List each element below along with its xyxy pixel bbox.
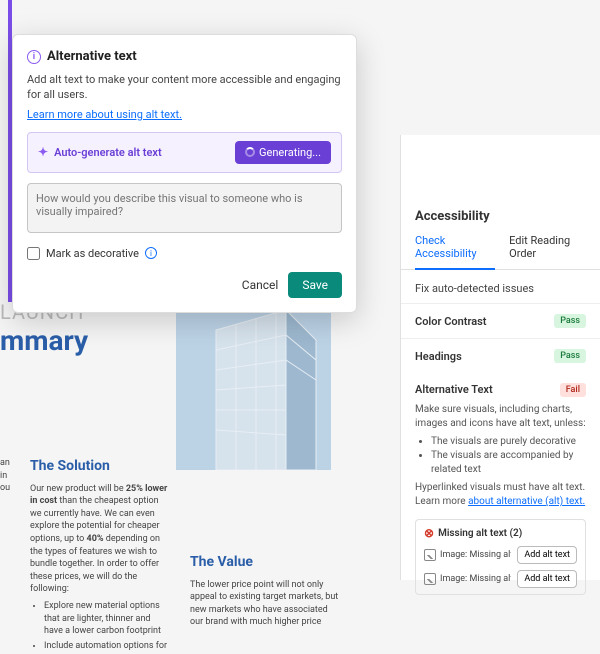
section-learn-more: Learn more about alternative (alt) text. <box>415 495 586 509</box>
autogen-row: ✦ Auto-generate alt text Generating... <box>27 132 342 173</box>
row-label: Headings <box>415 350 462 363</box>
modal-header: i Alternative text <box>27 49 342 64</box>
generate-button[interactable]: Generating... <box>235 141 331 164</box>
missing-row: Image: Missing alt text Add alt text <box>424 570 577 588</box>
document-title: mmary <box>0 324 400 357</box>
section-body: Make sure visuals, including charts, ima… <box>415 403 586 431</box>
add-alt-text-button[interactable]: Add alt text <box>517 546 577 564</box>
panel-subhead: Fix auto-detected issues <box>401 270 600 303</box>
status-badge-fail: Fail <box>560 383 586 397</box>
missing-alt-text-box: ⊗ Missing alt text (2) Image: Missing al… <box>415 519 586 595</box>
document-background: LAUNCH mmary an in our The Solution Our … <box>0 280 400 654</box>
learn-more-alt-text-link[interactable]: about alternative (alt) text. <box>468 496 585 507</box>
col-body-solution: Our new product will be 25% lower in cos… <box>30 483 170 596</box>
accessibility-panel: Accessibility Check Accessibility Edit R… <box>400 135 600 580</box>
add-alt-text-button[interactable]: Add alt text <box>517 570 577 588</box>
col-heading-solution: The Solution <box>30 457 170 477</box>
save-button[interactable]: Save <box>288 272 342 298</box>
modal-description: Add alt text to make your content more a… <box>27 72 342 103</box>
modal-title: Alternative text <box>47 49 137 64</box>
image-icon <box>424 573 436 585</box>
section-title: Alternative Text <box>415 383 493 397</box>
alt-text-input[interactable] <box>27 183 342 233</box>
document-col-1: an in our <box>0 457 10 654</box>
status-badge-pass: Pass <box>554 314 586 328</box>
tab-check-accessibility[interactable]: Check Accessibility <box>415 234 495 270</box>
section-bullets: The visuals are purely decorativeThe vis… <box>431 435 586 477</box>
missing-row-label: Image: Missing alt text <box>424 573 511 585</box>
status-badge-pass: Pass <box>554 349 586 363</box>
info-icon[interactable]: i <box>145 247 157 259</box>
mark-decorative-label: Mark as decorative <box>46 247 139 260</box>
cancel-button[interactable]: Cancel <box>242 278 279 292</box>
col-body-value: The lower price point will not only appe… <box>190 579 340 629</box>
row-color-contrast[interactable]: Color Contrast Pass <box>401 303 600 338</box>
missing-row-label: Image: Missing alt text <box>424 549 511 561</box>
sparkle-icon: ✦ <box>38 145 48 159</box>
learn-more-link[interactable]: Learn more about using alt text. <box>27 108 182 121</box>
tab-edit-reading-order[interactable]: Edit Reading Order <box>509 234 586 269</box>
col-heading-value: The Value <box>190 553 340 573</box>
section-body-2: Hyperlinked visuals must have alt text. <box>415 481 586 495</box>
panel-tabs: Check Accessibility Edit Reading Order <box>401 234 600 270</box>
alt-text-modal: i Alternative text Add alt text to make … <box>12 34 357 313</box>
missing-row: Image: Missing alt text Add alt text <box>424 546 577 564</box>
row-label: Color Contrast <box>415 315 486 328</box>
row-headings[interactable]: Headings Pass <box>401 338 600 373</box>
section-alternative-text: Alternative Text Fail Make sure visuals,… <box>401 373 600 509</box>
autogen-label: ✦ Auto-generate alt text <box>38 145 162 159</box>
col-bullets-solution: Explore new material options that are li… <box>44 600 170 652</box>
missing-heading: ⊗ Missing alt text (2) <box>424 526 577 540</box>
spinner-icon <box>245 147 255 157</box>
panel-heading: Accessibility <box>401 195 600 234</box>
mark-decorative-row: Mark as decorative i <box>27 247 342 260</box>
mark-decorative-checkbox[interactable] <box>27 247 40 260</box>
modal-actions: Cancel Save <box>27 272 342 298</box>
info-icon: i <box>27 50 41 64</box>
image-icon <box>424 549 436 561</box>
error-icon: ⊗ <box>424 526 434 540</box>
document-col-2: The Solution Our new product will be 25%… <box>30 457 170 654</box>
document-col-3: The Value The lower price point will not… <box>190 457 340 654</box>
